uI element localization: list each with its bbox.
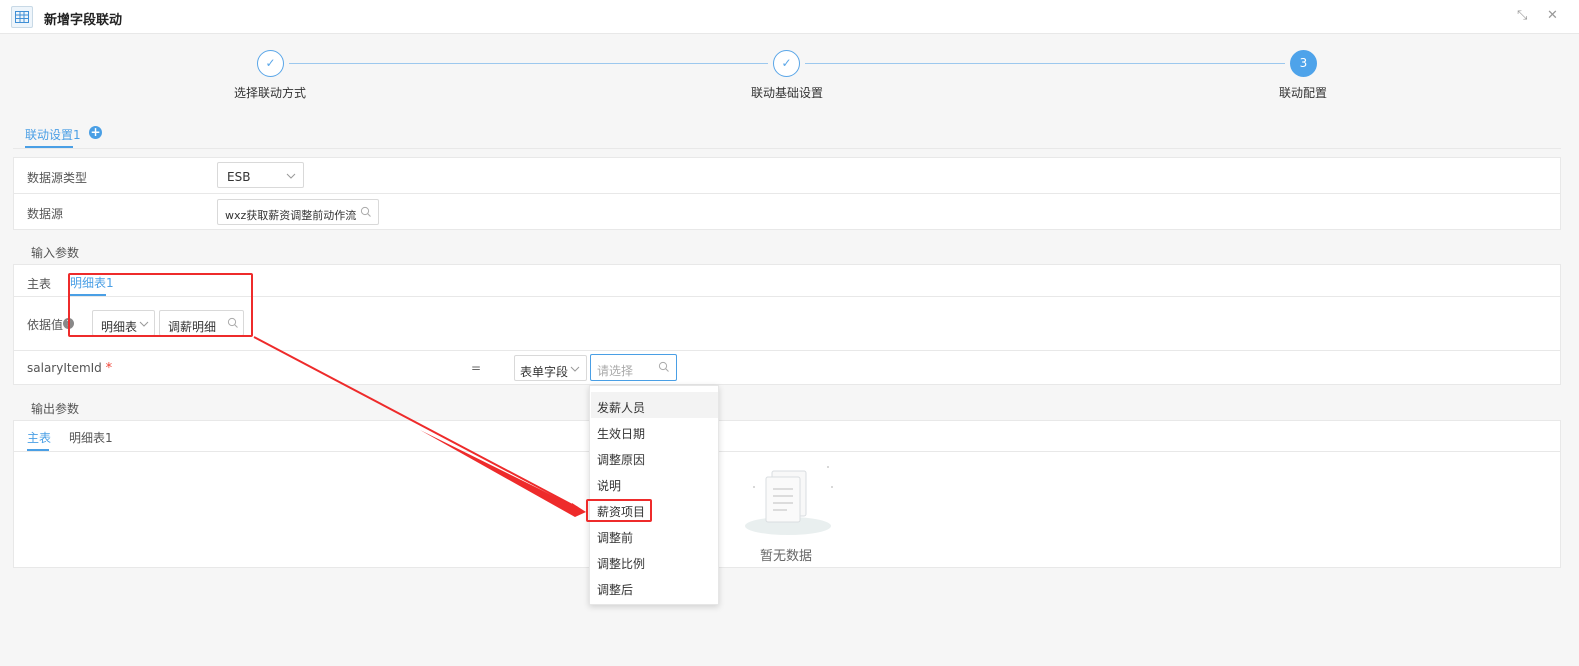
annotation-arrow bbox=[253, 336, 586, 517]
